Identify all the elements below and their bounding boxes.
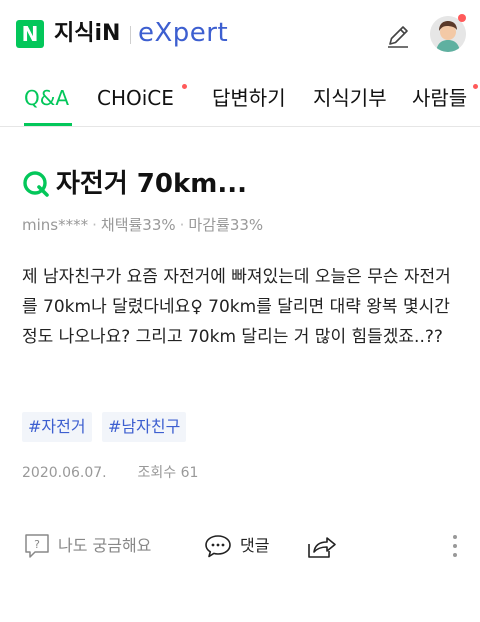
question-body: 제 남자친구가 요즘 자전거에 빠져있는데 오늘은 무슨 자전거를 70km나 … (22, 267, 451, 347)
tag-boyfriend[interactable]: #남자친구 (102, 412, 187, 442)
notification-dot (458, 14, 466, 22)
expert-link[interactable]: eXpert (138, 16, 228, 50)
comment-bubble-icon[interactable] (204, 532, 232, 560)
action-bar: ? 나도 궁금해요 댓글 (0, 526, 480, 566)
more-options-icon[interactable] (450, 532, 460, 560)
curious-button[interactable]: 나도 궁금해요 (58, 534, 151, 558)
tab-choice[interactable]: CHOiCE (97, 84, 174, 112)
header-divider (130, 26, 131, 44)
comment-button[interactable]: 댓글 (240, 534, 269, 558)
tab-people[interactable]: 사람들 (412, 84, 467, 112)
naver-logo[interactable]: N (16, 20, 44, 48)
tab-donate[interactable]: 지식기부 (313, 84, 387, 112)
share-icon[interactable] (306, 532, 338, 560)
top-header: N 지식iN eXpert (0, 0, 480, 70)
curious-question-icon[interactable]: ? (24, 532, 50, 560)
tab-people-dot (473, 84, 478, 89)
tab-qna[interactable]: Q&A (24, 84, 69, 112)
question-title: 자전거 70km... (56, 169, 248, 199)
meta-separator: · (92, 216, 97, 234)
meta-separator: · (179, 216, 185, 234)
deadline-rate: 마감률33% (188, 216, 264, 234)
question-q-icon (23, 171, 49, 197)
tag-bicycle[interactable]: #자전거 (22, 412, 92, 442)
view-count: 조회수 61 (137, 465, 199, 481)
service-name[interactable]: 지식iN (54, 20, 120, 48)
tab-answer[interactable]: 답변하기 (212, 84, 286, 112)
question-meta: mins**** · 채택률33% · 마감률33% (22, 214, 263, 236)
tab-choice-dot (182, 84, 187, 89)
active-tab-indicator (24, 123, 72, 126)
main-tabs: Q&A CHOiCE 답변하기 지식기부 사람들 (0, 72, 480, 127)
svg-text:?: ? (34, 538, 40, 551)
adopt-rate: 채택률33% (100, 216, 176, 234)
write-pen-icon[interactable] (384, 22, 412, 50)
question-date: 2020.06.07. (22, 465, 107, 481)
question-date-views: 2020.06.07. 조회수 61 (22, 462, 198, 484)
author-name[interactable]: mins**** (22, 216, 88, 234)
